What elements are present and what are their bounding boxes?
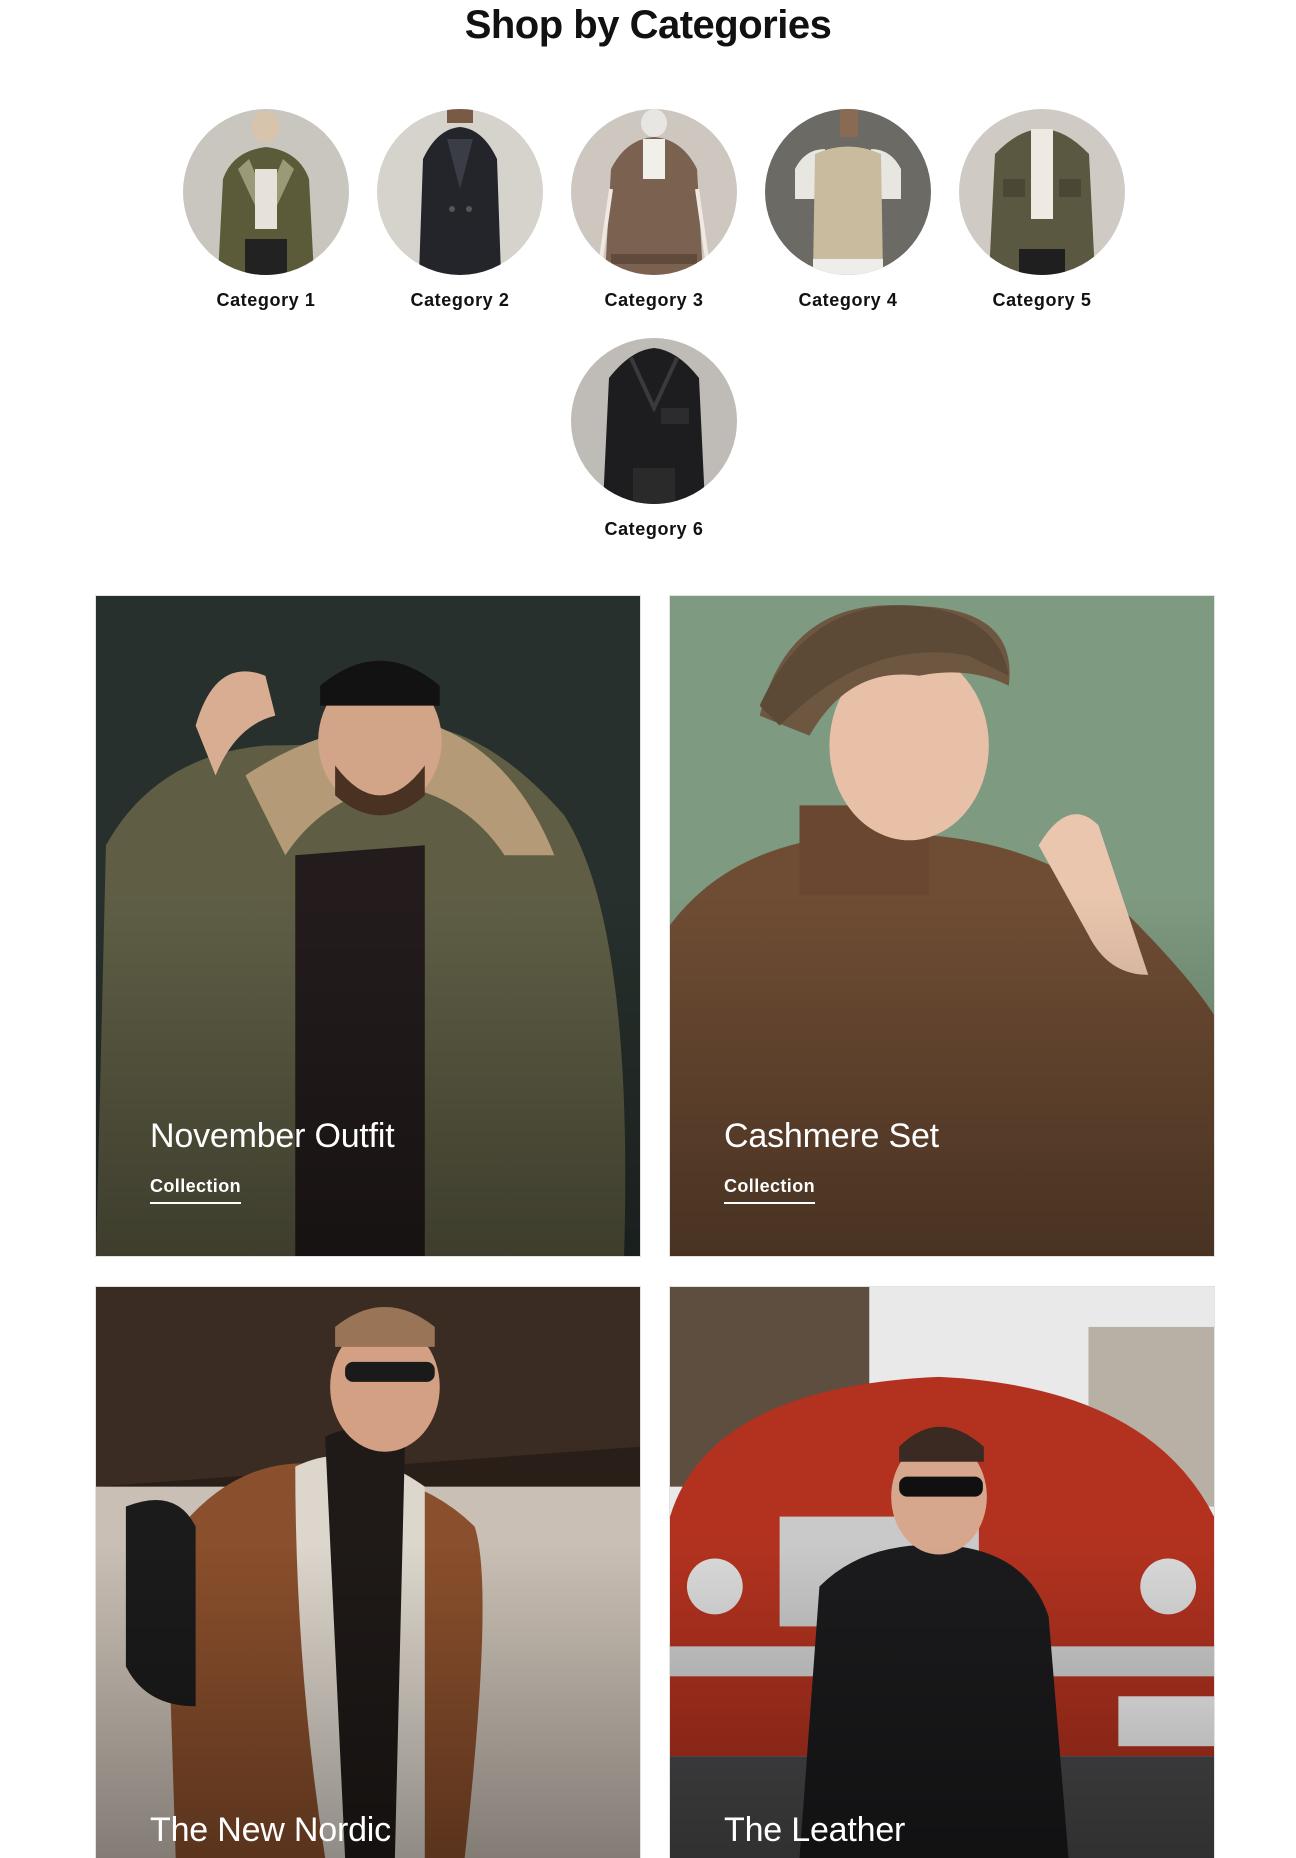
category-item-1[interactable]: Category 1 — [169, 109, 363, 312]
brown-bomber-jacket-image — [571, 109, 737, 275]
category-label: Category 5 — [992, 290, 1092, 310]
knit-vest-image — [765, 109, 931, 275]
category-label: Category 2 — [410, 290, 510, 310]
category-label: Category 3 — [604, 290, 704, 310]
quilted-olive-jacket-image — [959, 109, 1125, 275]
collection-link[interactable]: Collection — [150, 1175, 242, 1204]
category-label: Category 1 — [216, 290, 316, 310]
collection-title: The New Nordic — [150, 1811, 391, 1849]
collection-title: November Outfit — [150, 1117, 395, 1155]
category-label: Category 4 — [798, 290, 898, 310]
collection-card-november-outfit[interactable]: November Outfit Collection — [95, 595, 641, 1257]
shop-page: Shop by Categories Category 1 Category 2… — [0, 0, 1296, 1858]
category-item-5[interactable]: Category 5 — [945, 109, 1139, 312]
collection-card-the-leather[interactable]: The Leather — [669, 1286, 1215, 1858]
olive-colorblock-jacket-image — [183, 109, 349, 275]
category-item-6[interactable]: Category 6 — [557, 338, 751, 541]
section-title: Shop by Categories — [464, 3, 832, 47]
category-item-4[interactable]: Category 4 — [751, 109, 945, 312]
collection-card-the-new-nordic[interactable]: The New Nordic — [95, 1286, 641, 1858]
category-item-3[interactable]: Category 3 — [557, 109, 751, 312]
collection-title: The Leather — [724, 1811, 906, 1849]
black-trench-coat-image — [377, 109, 543, 275]
category-label: Category 6 — [604, 519, 704, 539]
collection-card-cashmere-set[interactable]: Cashmere Set Collection — [669, 595, 1215, 1257]
category-item-2[interactable]: Category 2 — [363, 109, 557, 312]
collection-title: Cashmere Set — [724, 1117, 939, 1155]
collection-link[interactable]: Collection — [724, 1175, 816, 1204]
black-leather-jacket-image — [571, 338, 737, 504]
